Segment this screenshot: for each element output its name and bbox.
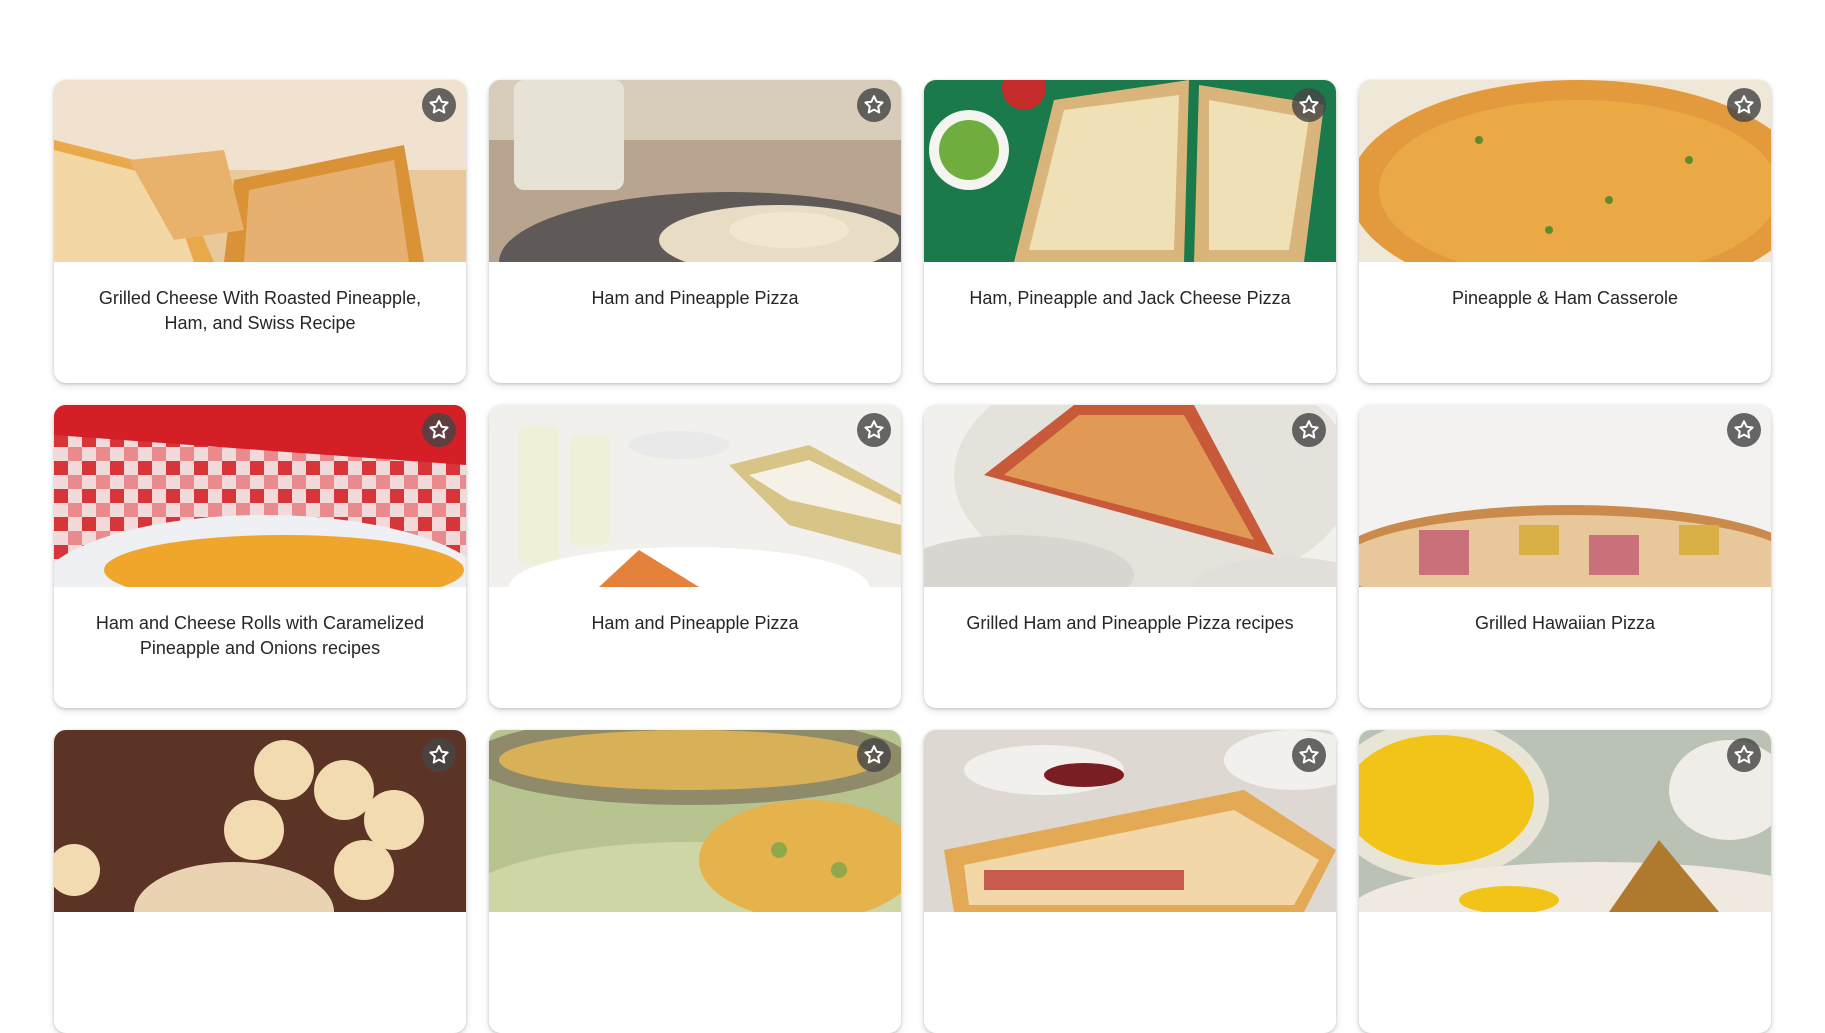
recipe-image — [54, 80, 466, 262]
recipe-image — [1359, 405, 1771, 587]
recipe-image — [1359, 80, 1771, 262]
favorite-button[interactable] — [422, 738, 456, 772]
recipe-image — [1359, 730, 1771, 912]
recipe-card[interactable] — [54, 730, 466, 1033]
recipe-title[interactable]: Ham, Pineapple and Jack Cheese Pizza — [958, 286, 1302, 311]
recipe-image — [54, 405, 466, 587]
star-outline-icon — [429, 95, 449, 114]
recipe-card[interactable]: Grilled Cheese With Roasted Pineapple, H… — [54, 80, 466, 383]
star-outline-icon — [864, 745, 884, 764]
recipe-image — [924, 80, 1336, 262]
recipe-card[interactable]: Pineapple & Ham Casserole — [1359, 80, 1771, 383]
favorite-button[interactable] — [857, 413, 891, 447]
star-outline-icon — [429, 420, 449, 439]
favorite-button[interactable] — [1727, 413, 1761, 447]
favorite-button[interactable] — [857, 738, 891, 772]
recipe-image — [489, 730, 901, 912]
recipe-card[interactable]: Ham and Pineapple Pizza — [489, 405, 901, 708]
favorite-button[interactable] — [422, 88, 456, 122]
star-outline-icon — [1299, 95, 1319, 114]
star-outline-icon — [864, 95, 884, 114]
recipe-image — [489, 405, 901, 587]
recipe-title[interactable]: Ham and Cheese Rolls with Caramelized Pi… — [88, 611, 432, 661]
star-outline-icon — [864, 420, 884, 439]
recipe-title[interactable]: Ham and Pineapple Pizza — [523, 286, 867, 311]
favorite-button[interactable] — [1292, 88, 1326, 122]
recipe-title[interactable]: Grilled Ham and Pineapple Pizza recipes — [958, 611, 1302, 636]
star-outline-icon — [1299, 745, 1319, 764]
recipe-image — [54, 730, 466, 912]
recipe-card[interactable]: Ham, Pineapple and Jack Cheese Pizza — [924, 80, 1336, 383]
recipe-card[interactable]: Ham and Cheese Rolls with Caramelized Pi… — [54, 405, 466, 708]
recipe-image — [489, 80, 901, 262]
favorite-button[interactable] — [1292, 738, 1326, 772]
star-outline-icon — [1734, 420, 1754, 439]
favorite-button[interactable] — [1292, 413, 1326, 447]
recipe-grid: Grilled Cheese With Roasted Pineapple, H… — [54, 80, 1771, 1033]
star-outline-icon — [1299, 420, 1319, 439]
favorite-button[interactable] — [422, 413, 456, 447]
recipe-card[interactable]: Ham and Pineapple Pizza — [489, 80, 901, 383]
favorite-button[interactable] — [857, 88, 891, 122]
recipe-image — [924, 405, 1336, 587]
recipe-image — [924, 730, 1336, 912]
star-outline-icon — [1734, 745, 1754, 764]
recipe-card[interactable] — [1359, 730, 1771, 1033]
favorite-button[interactable] — [1727, 738, 1761, 772]
recipe-title[interactable]: Grilled Cheese With Roasted Pineapple, H… — [88, 286, 432, 336]
recipe-card[interactable] — [924, 730, 1336, 1033]
star-outline-icon — [429, 745, 449, 764]
recipe-card[interactable]: Grilled Ham and Pineapple Pizza recipes — [924, 405, 1336, 708]
recipe-title[interactable]: Grilled Hawaiian Pizza — [1393, 611, 1737, 636]
recipe-title[interactable]: Pineapple & Ham Casserole — [1393, 286, 1737, 311]
recipe-title[interactable]: Ham and Pineapple Pizza — [523, 611, 867, 636]
recipe-card[interactable]: Grilled Hawaiian Pizza — [1359, 405, 1771, 708]
star-outline-icon — [1734, 95, 1754, 114]
recipe-card[interactable] — [489, 730, 901, 1033]
favorite-button[interactable] — [1727, 88, 1761, 122]
